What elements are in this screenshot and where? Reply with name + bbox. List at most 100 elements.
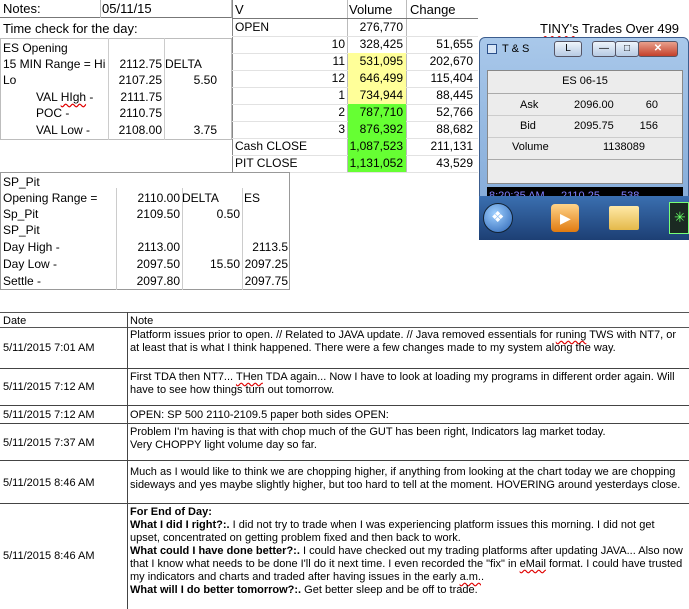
table-row: 5/11/2015 7:37 AM Problem I'm having is … <box>0 424 689 461</box>
star-icon: ✳ <box>674 209 686 225</box>
note-text: Platform issues prior to open. // Relate… <box>130 329 676 354</box>
notes-date: 05/11/15 <box>102 1 152 16</box>
row-change: 43,529 <box>436 156 473 170</box>
range-hi-value: 2112.75 <box>119 57 163 71</box>
table-row: 5/11/2015 7:01 AM Platform issues prior … <box>0 327 689 369</box>
bid-price: 2095.75 <box>574 120 614 132</box>
divider <box>108 38 109 140</box>
note-date: 5/11/2015 7:12 AM <box>3 381 95 393</box>
divider <box>488 159 682 160</box>
opening-range-label: Opening Range = <box>3 191 98 205</box>
col-change-header: Change <box>410 2 456 17</box>
day-low-delta: 15.50 <box>209 257 240 271</box>
start-button[interactable]: ❖ <box>483 203 513 233</box>
day-low-es: 2097.25 <box>244 257 288 271</box>
media-player-icon[interactable]: ▶ <box>551 204 579 232</box>
note-date: 5/11/2015 7:12 AM <box>3 409 95 421</box>
table-row: 5/11/2015 8:46 AM For End of Day: What I… <box>0 504 689 609</box>
quote-pane: ES 06-15 Ask 2096.00 60 Bid 2095.75 156 … <box>487 70 683 184</box>
row-volume: 787,710 <box>348 104 406 121</box>
row-label: Cash CLOSE <box>235 139 308 153</box>
row-hour: 12 <box>331 71 345 85</box>
eod-review: For End of Day: What I did I right?:. I … <box>130 506 686 597</box>
val-high-label: VAL HIgh - <box>36 90 94 104</box>
minimize-button[interactable]: — <box>592 41 616 57</box>
sp-pit-box <box>0 172 290 290</box>
day-high-label: Day High - <box>3 240 60 254</box>
day-low-value: 2097.50 <box>136 257 180 271</box>
link-button[interactable]: L <box>554 41 582 57</box>
row-hour: 2 <box>338 105 345 119</box>
row-change: 52,766 <box>436 105 473 119</box>
day-low-label: Day Low - <box>3 257 58 271</box>
table-row: 5/11/2015 7:12 AM First TDA then NT7... … <box>0 369 689 406</box>
delta-label: DELTA <box>165 57 202 71</box>
row-hour: 1 <box>338 88 345 102</box>
sp-pit-value: 2109.50 <box>136 207 180 221</box>
ask-size: 60 <box>645 99 658 111</box>
divider <box>164 38 165 140</box>
ask-label: Ask <box>520 99 539 111</box>
col-v-header: V <box>235 2 244 17</box>
explorer-folder-icon[interactable] <box>609 206 639 230</box>
row-change: 88,682 <box>436 122 473 136</box>
divider <box>232 0 233 172</box>
opening-range-value: 2110.00 <box>137 191 181 205</box>
row-change: 51,655 <box>436 37 473 51</box>
play-icon: ▶ <box>560 210 571 226</box>
divider <box>0 312 689 313</box>
eod-q2: What could I have done better?:. I could… <box>130 545 683 583</box>
row-volume: 646,499 <box>348 70 406 87</box>
day-high-value: 2113.00 <box>137 240 181 254</box>
ask-price: 2096.00 <box>574 99 614 111</box>
maximize-button[interactable]: □ <box>615 41 639 57</box>
settle-label: Settle - <box>3 274 42 288</box>
notes-label: Notes: <box>3 1 41 16</box>
sp-pit-label: Sp_Pit <box>3 207 39 221</box>
maximize-icon: □ <box>623 43 631 54</box>
note-date: 5/11/2015 7:37 AM <box>3 437 95 449</box>
row-hour: 11 <box>332 54 345 68</box>
table-row: 5/11/2015 8:46 AM Much as I would like t… <box>0 461 689 504</box>
poc-value: 2110.75 <box>119 106 163 120</box>
poc-label: POC - <box>36 106 70 120</box>
window-icon <box>487 44 497 54</box>
divider <box>488 93 682 94</box>
windows-logo-icon: ❖ <box>491 209 505 226</box>
note-text: First TDA then NT7... THen TDA again... … <box>130 371 675 396</box>
row-volume: 328,425 <box>359 37 403 51</box>
minimize-icon: — <box>599 43 609 54</box>
window-title: T & S <box>502 43 530 55</box>
note-date: 5/11/2015 7:01 AM <box>3 342 95 354</box>
divider <box>488 137 682 138</box>
bid-label: Bid <box>520 120 536 132</box>
settle-es: 2097.75 <box>244 274 288 288</box>
row-change: 88,445 <box>436 88 473 102</box>
row-volume: 734,944 <box>348 87 406 104</box>
sp-pit-title: SP_Pit <box>3 175 40 189</box>
sp-pit-title-2: SP_Pit <box>3 223 40 237</box>
volume-value: 1138089 <box>603 141 646 153</box>
row-hour: 10 <box>331 37 345 51</box>
settle-value: 2097.80 <box>136 274 180 288</box>
row-volume: 1,131,052 <box>348 155 406 172</box>
note-date: 5/11/2015 8:46 AM <box>3 550 95 562</box>
val-low-value: 2108.00 <box>118 123 162 137</box>
es-label: ES <box>244 191 261 205</box>
divider <box>100 0 101 18</box>
eod-q1: What I did I right?:. I did not try to t… <box>130 519 655 544</box>
row-hour: 3 <box>338 122 345 136</box>
close-button[interactable]: ✕ <box>638 41 678 57</box>
delta-value: 5.50 <box>193 73 217 87</box>
volume-label: Volume <box>512 141 549 153</box>
symbol-label: ES 06-15 <box>562 75 608 87</box>
note-text: Much as I would like to think we are cho… <box>130 466 681 491</box>
row-label: OPEN <box>235 20 270 34</box>
eod-title: For End of Day: <box>130 506 212 518</box>
range-label: 15 MIN Range = Hi <box>3 57 106 71</box>
row-volume: 531,095 <box>348 53 406 70</box>
divider <box>488 115 682 116</box>
es-opening-label: ES Opening <box>3 41 68 55</box>
divider <box>242 188 243 290</box>
app-icon[interactable]: ✳ <box>669 202 689 234</box>
